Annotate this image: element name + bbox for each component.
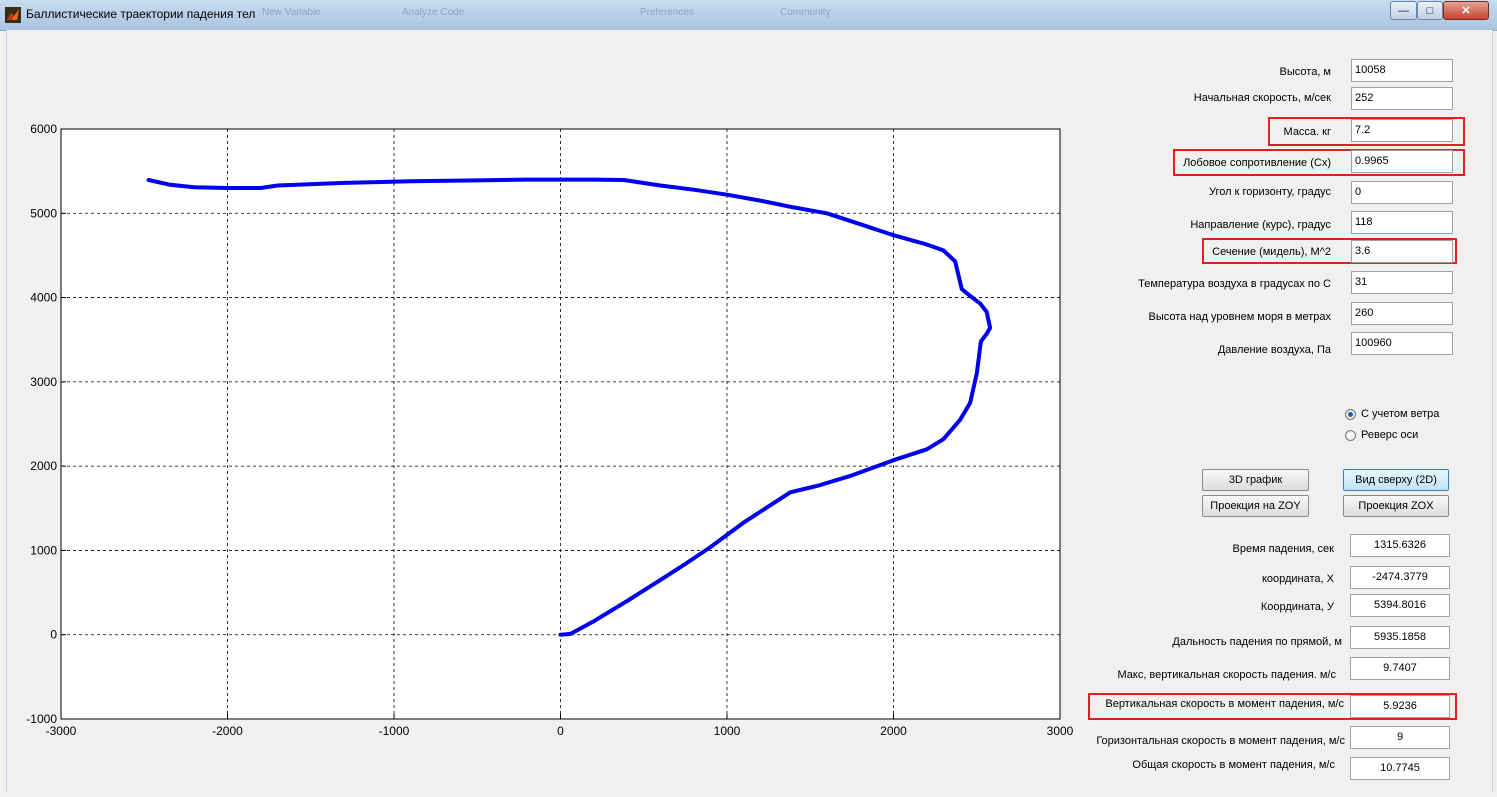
- y-tick-label: 2000: [30, 459, 57, 473]
- fall-time-value: 1315.6326: [1350, 534, 1450, 557]
- input-label-initial-speed: Начальная скорость, м/сек: [1193, 92, 1331, 104]
- impact-vertical-speed-value: 5.9236: [1350, 695, 1450, 718]
- y-tick-label: 6000: [30, 122, 57, 136]
- output-label-fall-time: Время падения, сек: [1232, 543, 1334, 555]
- x-tick-label: 3000: [1047, 724, 1074, 738]
- range-value: 5935.1858: [1350, 626, 1450, 649]
- x-tick-label: -1000: [379, 724, 410, 738]
- y-tick-label: 5000: [30, 206, 57, 220]
- coord-x-value: -2474.3779: [1350, 566, 1450, 589]
- input-label-temperature: Температура воздуха в градусах по С: [1138, 278, 1331, 290]
- wind-radio-dot[interactable]: [1345, 408, 1356, 420]
- input-label-altitude: Высота над уровнем моря в метрах: [1148, 311, 1331, 323]
- output-label-range: Дальность падения по прямой, м: [1172, 636, 1342, 648]
- wind-radio-label: С учетом ветра: [1361, 408, 1440, 420]
- y-tick-label: -1000: [26, 712, 57, 726]
- max-vertical-speed-value: 9.7407: [1350, 657, 1450, 680]
- coord-y-value: 5394.8016: [1350, 594, 1450, 617]
- initial-speed-field[interactable]: 252: [1351, 87, 1453, 110]
- input-label-height: Высота, м: [1279, 66, 1331, 78]
- input-label-section: Сечение (мидель), М^2: [1212, 246, 1331, 258]
- section-field[interactable]: 3.6: [1351, 240, 1453, 263]
- input-label-angle: Угол к горизонту, градус: [1209, 186, 1331, 198]
- projection-zox-button[interactable]: Проекция ZOX: [1343, 495, 1449, 517]
- y-tick-label: 0: [50, 628, 57, 642]
- x-tick-label: -3000: [46, 724, 77, 738]
- plot-3d-button[interactable]: 3D график: [1202, 469, 1309, 491]
- reverse-radio-dot[interactable]: [1345, 429, 1356, 441]
- y-tick-label: 3000: [30, 375, 57, 389]
- sea-level-height-field[interactable]: 260: [1351, 302, 1453, 325]
- impact-horizontal-speed-value: 9: [1350, 726, 1450, 749]
- mass-field[interactable]: 7.2: [1351, 119, 1453, 142]
- y-tick-label: 1000: [30, 543, 57, 557]
- output-label-max-vspeed: Макс, вертикальная скорость падения. м/с: [1117, 669, 1336, 681]
- output-label-impact-total: Общая скорость в момент падения, м/с: [1132, 759, 1335, 771]
- temperature-field[interactable]: 31: [1351, 271, 1453, 294]
- y-tick-label: 4000: [30, 291, 57, 305]
- angle-field[interactable]: 0: [1351, 181, 1453, 204]
- reverse-radio-label: Реверс оси: [1361, 429, 1419, 441]
- input-label-drag: Лобовое сопротивление (Cx): [1183, 157, 1331, 169]
- input-label-pressure: Давление воздуха, Па: [1217, 344, 1331, 356]
- projection-zoy-button[interactable]: Проекция на ZOY: [1202, 495, 1309, 517]
- drag-coefficient-field[interactable]: 0.9965: [1351, 150, 1453, 173]
- output-label-impact-hspeed: Горизонтальная скорость в момент падения…: [1096, 735, 1345, 747]
- impact-total-speed-value: 10.7745: [1350, 757, 1450, 780]
- x-tick-label: 2000: [880, 724, 907, 738]
- x-tick-label: 1000: [714, 724, 741, 738]
- output-label-impact-vspeed: Вертикальная скорость в момент падения, …: [1105, 698, 1344, 710]
- x-tick-label: 0: [557, 724, 564, 738]
- x-tick-label: -2000: [212, 724, 243, 738]
- output-label-coord-y: Координата, У: [1260, 601, 1334, 613]
- input-label-course: Направление (курс), градус: [1190, 219, 1331, 231]
- course-field[interactable]: 118: [1351, 211, 1453, 234]
- pressure-field[interactable]: 100960: [1351, 332, 1453, 355]
- input-label-mass: Масса. кг: [1283, 126, 1331, 138]
- reverse-axis-radio[interactable]: Реверс оси: [1345, 429, 1418, 441]
- output-label-coord-x: координата, X: [1261, 573, 1334, 585]
- height-field[interactable]: 10058: [1351, 59, 1453, 82]
- top-view-button[interactable]: Вид сверху (2D): [1343, 469, 1449, 491]
- wind-radio[interactable]: С учетом ветра: [1345, 408, 1439, 420]
